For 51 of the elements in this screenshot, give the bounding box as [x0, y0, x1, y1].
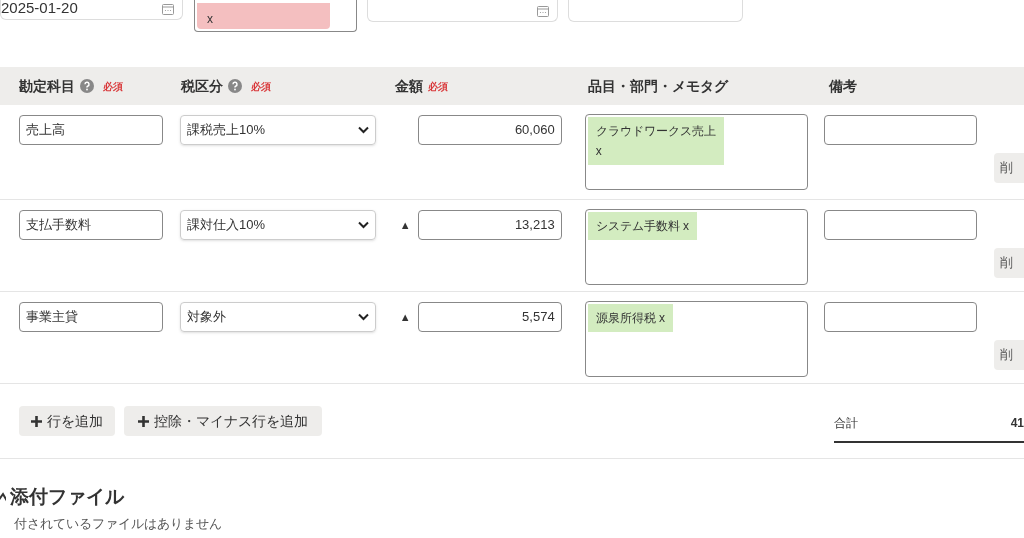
chevron-down-icon — [358, 126, 370, 134]
column-header: 品目・部門・メモタグ — [588, 77, 728, 94]
memo-field[interactable] — [824, 302, 978, 332]
calendar-icon[interactable] — [537, 4, 549, 17]
tag-chip: システム手数料 x — [587, 212, 697, 240]
column-header: 備考 — [829, 77, 857, 94]
tag-chip: クラウドワークス売上 x — [587, 117, 724, 165]
partner-field[interactable]: x — [194, 0, 357, 32]
help-icon[interactable] — [80, 79, 94, 93]
text-field[interactable] — [568, 0, 743, 22]
account-field[interactable]: 事業主貸 — [19, 302, 163, 332]
help-icon[interactable] — [228, 79, 242, 93]
minus-mark: ▲ — [399, 309, 411, 325]
partner-tag: x — [197, 3, 330, 29]
delete-button[interactable]: 削 — [994, 340, 1024, 370]
plus-icon — [31, 415, 42, 427]
column-header: 税区分 — [181, 76, 223, 96]
chevron-down-icon — [358, 313, 370, 321]
required-label: 必須 — [103, 79, 123, 94]
column-header: 金額 — [395, 76, 423, 96]
add-minus-row-button[interactable]: 控除・マイナス行を追加 — [124, 406, 322, 436]
required-label: 必須 — [428, 79, 448, 94]
memo-field[interactable] — [824, 210, 978, 240]
chevron-down-icon — [358, 221, 370, 229]
tag-field[interactable]: クラウドワークス売上 x — [584, 114, 808, 190]
tag-field[interactable]: 源泉所得税 x — [584, 301, 808, 377]
amount-field[interactable]: 5,574 — [417, 302, 562, 332]
delete-button[interactable]: 削 — [994, 248, 1024, 278]
date-field[interactable] — [367, 0, 558, 22]
required-label: 必須 — [251, 79, 271, 94]
column-header: 勘定科目 — [19, 76, 75, 96]
account-field[interactable]: 支払手数料 — [19, 210, 163, 240]
amount-field[interactable]: 60,060 — [417, 115, 562, 145]
empty-message: 付されているファイルはありません — [13, 515, 223, 532]
tag-field[interactable]: システム手数料 x — [584, 209, 808, 285]
delete-button[interactable]: 削 — [994, 153, 1024, 183]
section-title: 添付ファイル — [10, 485, 124, 509]
tag-chip: 源泉所得税 x — [587, 304, 673, 332]
add-row-button[interactable]: 行を追加 — [19, 406, 115, 436]
total-label: 合計 — [834, 415, 858, 432]
minus-mark: ▲ — [399, 217, 411, 233]
tax-select[interactable]: 対象外 — [180, 302, 377, 332]
calendar-icon[interactable] — [162, 2, 174, 15]
account-field[interactable]: 売上高 — [19, 115, 163, 145]
tax-select[interactable]: 課税売上10% — [180, 115, 377, 145]
tax-select[interactable]: 課対仕入10% — [180, 210, 377, 240]
memo-field[interactable] — [824, 115, 978, 145]
plus-icon — [138, 415, 149, 427]
date-field[interactable]: 2025-01-20 — [0, 0, 183, 20]
amount-field[interactable]: 13,213 — [417, 210, 562, 240]
total-value: 41 — [1010, 415, 1024, 432]
